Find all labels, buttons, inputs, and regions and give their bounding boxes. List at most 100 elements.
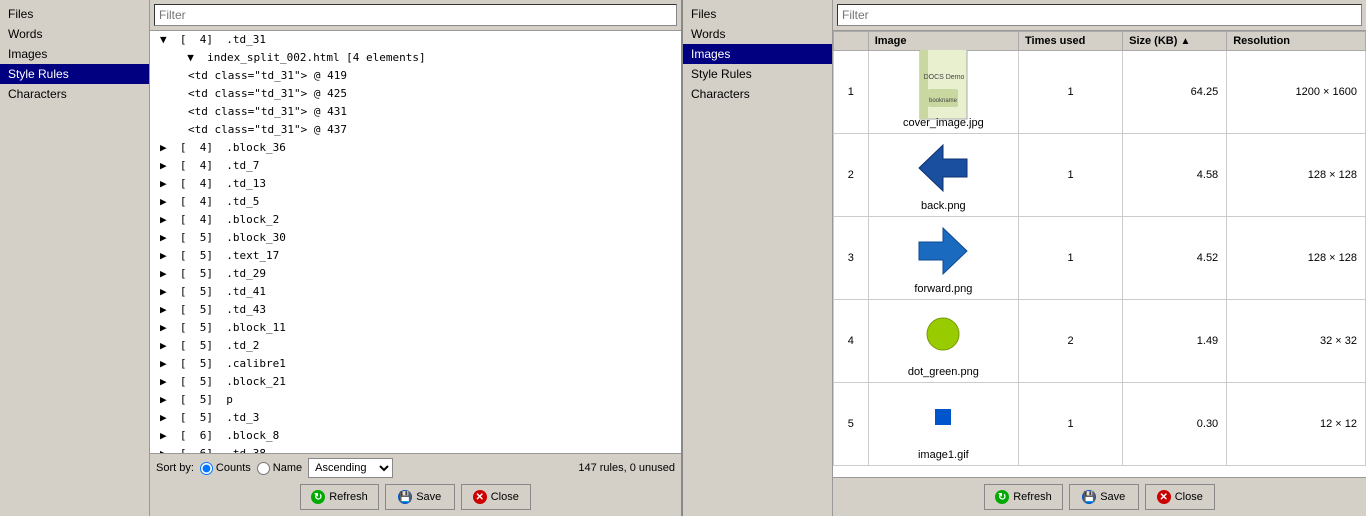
- tree-row[interactable]: <td class="td_31"> @ 431: [150, 103, 681, 121]
- image-name: cover_image.jpg: [875, 117, 1012, 129]
- tree-row[interactable]: ▶ [ 4] .td_5: [150, 193, 681, 211]
- row-image: back.png: [868, 134, 1018, 217]
- sidebar-item-stylerules-left[interactable]: Style Rules: [0, 64, 149, 84]
- sidebar-item-files-left[interactable]: Files: [0, 4, 149, 24]
- table-row[interactable]: 2 back.png 1 4.58 128 × 128: [834, 134, 1366, 217]
- left-sidebar: Files Words Images Style Rules Character…: [0, 0, 150, 516]
- row-times-used: 2: [1019, 300, 1123, 383]
- row-times-used: 1: [1019, 217, 1123, 300]
- tree-row[interactable]: ▶ [ 5] .td_29: [150, 265, 681, 283]
- row-resolution: 32 × 32: [1227, 300, 1366, 383]
- row-resolution: 12 × 12: [1227, 383, 1366, 466]
- table-row[interactable]: 4 dot_green.png 2 1.49 32 × 32: [834, 300, 1366, 383]
- row-resolution: 1200 × 1600: [1227, 51, 1366, 134]
- tree-row[interactable]: ▶ [ 5] p: [150, 391, 681, 409]
- tree-row[interactable]: ▶ [ 6] .block_8: [150, 427, 681, 445]
- tree-row[interactable]: ▶ [ 5] .td_2: [150, 337, 681, 355]
- row-image: image1.gif: [868, 383, 1018, 466]
- row-num: 2: [834, 134, 869, 217]
- tree-row[interactable]: ▶ [ 5] .block_21: [150, 373, 681, 391]
- row-size: 4.52: [1123, 217, 1227, 300]
- table-row[interactable]: 3 forward.png 1 4.52 128 × 128: [834, 217, 1366, 300]
- row-image: forward.png: [868, 217, 1018, 300]
- table-row[interactable]: 5 image1.gif 1 0.30 12 × 12: [834, 383, 1366, 466]
- image-name: dot_green.png: [875, 366, 1012, 378]
- sidebar-item-words-right[interactable]: Words: [683, 24, 832, 44]
- tree-row[interactable]: ▶ [ 5] .calibre1: [150, 355, 681, 373]
- right-filter-bar: [833, 0, 1366, 31]
- tree-row[interactable]: ▶ [ 4] .block_36: [150, 139, 681, 157]
- tree-row[interactable]: ▶ [ 4] .td_7: [150, 157, 681, 175]
- style-rules-tree[interactable]: ▼ [ 4] .td_31 ▼ index_split_002.html [4 …: [150, 31, 681, 453]
- close-icon: ✕: [473, 490, 487, 504]
- row-times-used: 1: [1019, 134, 1123, 217]
- left-filter-input[interactable]: [154, 4, 677, 26]
- left-main-area: ▼ [ 4] .td_31 ▼ index_split_002.html [4 …: [150, 0, 681, 516]
- tree-scroll-wrap: ▼ [ 4] .td_31 ▼ index_split_002.html [4 …: [150, 31, 681, 453]
- sort-name-label[interactable]: Name: [257, 462, 302, 475]
- tree-row[interactable]: ▶ [ 5] .td_41: [150, 283, 681, 301]
- row-image: DOCS Demo bookname cover_image.jpg: [868, 51, 1018, 134]
- row-size: 64.25: [1123, 51, 1227, 134]
- tree-row[interactable]: <td class="td_31"> @ 425: [150, 85, 681, 103]
- right-close-button[interactable]: ✕ Close: [1145, 484, 1215, 510]
- refresh-icon: ↻: [311, 490, 325, 504]
- images-table: Image Times used Size (KB) ▲ Resolution …: [833, 31, 1366, 466]
- sort-asc-arrow: ▲: [1180, 36, 1190, 47]
- left-refresh-button[interactable]: ↻ Refresh: [300, 484, 379, 510]
- image-name: forward.png: [875, 283, 1012, 295]
- sort-counts-radio[interactable]: [200, 462, 213, 475]
- tree-row[interactable]: ▶ [ 6] .td_38: [150, 445, 681, 453]
- col-size[interactable]: Size (KB) ▲: [1123, 32, 1227, 51]
- tree-row[interactable]: ▶ [ 5] .block_30: [150, 229, 681, 247]
- right-main-area: Image Times used Size (KB) ▲ Resolution …: [833, 0, 1366, 516]
- row-times-used: 1: [1019, 51, 1123, 134]
- image-thumb: [903, 221, 983, 281]
- left-filter-bar: [150, 0, 681, 31]
- row-num: 3: [834, 217, 869, 300]
- tree-row[interactable]: ▶ [ 5] .td_3: [150, 409, 681, 427]
- sidebar-item-characters-left[interactable]: Characters: [0, 84, 149, 104]
- image-name: back.png: [875, 200, 1012, 212]
- sidebar-item-characters-right[interactable]: Characters: [683, 84, 832, 104]
- tree-row[interactable]: ▶ [ 5] .block_11: [150, 319, 681, 337]
- save-icon: 💾: [1082, 490, 1096, 504]
- sidebar-item-images-right[interactable]: Images: [683, 44, 832, 64]
- table-row[interactable]: 1 DOCS Demo bookname: [834, 51, 1366, 134]
- cover-image-thumb: DOCS Demo bookname: [916, 49, 971, 121]
- col-image[interactable]: Image: [868, 32, 1018, 51]
- tree-row[interactable]: ▼ [ 4] .td_31: [150, 31, 681, 49]
- sort-name-radio[interactable]: [257, 462, 270, 475]
- tree-row[interactable]: ▶ [ 5] .td_43: [150, 301, 681, 319]
- tree-row[interactable]: <td class="td_31"> @ 437: [150, 121, 681, 139]
- left-close-button[interactable]: ✕ Close: [461, 484, 531, 510]
- sort-order-select[interactable]: Ascending Descending: [308, 458, 393, 478]
- svg-text:DOCS Demo: DOCS Demo: [923, 74, 964, 81]
- right-filter-input[interactable]: [837, 4, 1362, 26]
- row-num: 5: [834, 383, 869, 466]
- col-resolution[interactable]: Resolution: [1227, 32, 1366, 51]
- tree-row[interactable]: <td class="td_31"> @ 419: [150, 67, 681, 85]
- row-size: 0.30: [1123, 383, 1227, 466]
- left-save-button[interactable]: 💾 Save: [385, 484, 455, 510]
- tree-row[interactable]: ▼ index_split_002.html [4 elements]: [150, 49, 681, 67]
- sidebar-item-files-right[interactable]: Files: [683, 4, 832, 24]
- sort-bar: Sort by: Counts Name Ascending Descendin…: [156, 458, 675, 478]
- tree-row[interactable]: ▶ [ 4] .td_13: [150, 175, 681, 193]
- row-size: 4.58: [1123, 134, 1227, 217]
- images-table-container[interactable]: Image Times used Size (KB) ▲ Resolution …: [833, 31, 1366, 477]
- tree-row[interactable]: ▶ [ 5] .text_17: [150, 247, 681, 265]
- sidebar-item-images-left[interactable]: Images: [0, 44, 149, 64]
- right-bottom-bar: ↻ Refresh 💾 Save ✕ Close: [833, 477, 1366, 516]
- image-thumb: [903, 304, 983, 364]
- col-times-used[interactable]: Times used: [1019, 32, 1123, 51]
- tree-row[interactable]: ▶ [ 4] .block_2: [150, 211, 681, 229]
- back-arrow-thumb: [911, 141, 975, 195]
- sort-counts-label[interactable]: Counts: [200, 462, 251, 475]
- right-refresh-button[interactable]: ↻ Refresh: [984, 484, 1063, 510]
- sidebar-item-stylerules-right[interactable]: Style Rules: [683, 64, 832, 84]
- left-panel: Files Words Images Style Rules Character…: [0, 0, 683, 516]
- right-save-button[interactable]: 💾 Save: [1069, 484, 1139, 510]
- sidebar-item-words-left[interactable]: Words: [0, 24, 149, 44]
- status-text: 147 rules, 0 unused: [578, 462, 675, 474]
